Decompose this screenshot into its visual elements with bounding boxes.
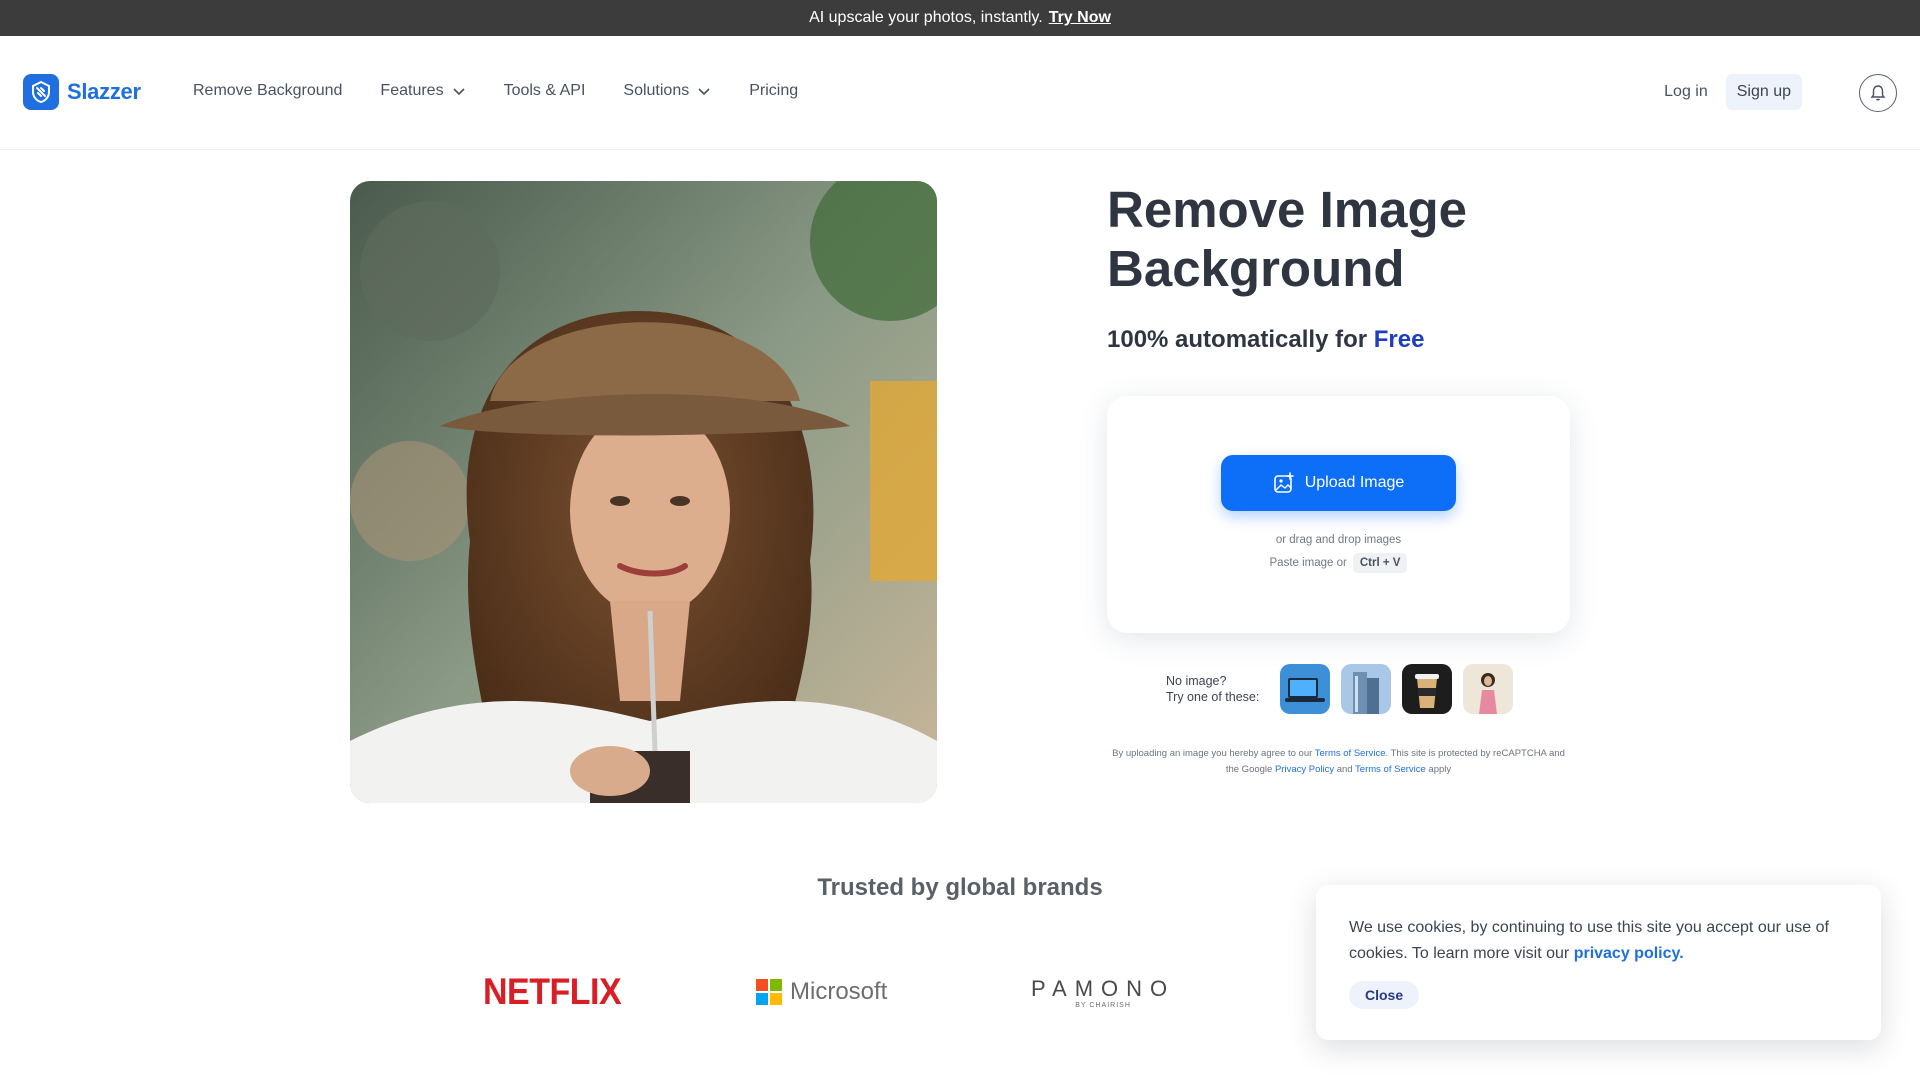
hero-subtitle-free: Free (1373, 326, 1425, 353)
auth-actions: Log in Sign up (1664, 74, 1802, 110)
upload-card[interactable]: Upload Image or drag and drop images Pas… (1107, 396, 1570, 633)
nav-remove-background[interactable]: Remove Background (193, 82, 342, 100)
microsoft-logo: Microsoft (756, 970, 887, 1014)
sample-building[interactable] (1341, 664, 1392, 714)
terms-link-2[interactable]: Terms of Service (1355, 764, 1426, 775)
nav-tools-api[interactable]: Tools & API (504, 82, 586, 100)
hero-subtitle-text: 100% automatically for (1107, 326, 1374, 353)
microsoft-icon (756, 979, 782, 1005)
slazzer-logo-icon (23, 74, 59, 110)
logo[interactable]: Slazzer (23, 74, 141, 110)
sample-coffee-cup[interactable] (1402, 664, 1453, 714)
notification-button[interactable] (1859, 74, 1897, 112)
login-link[interactable]: Log in (1664, 83, 1708, 101)
paste-text: Paste image or (1269, 557, 1347, 569)
hero-title: Remove Image Background (1107, 181, 1467, 297)
logo-text: Slazzer (67, 79, 141, 104)
sample-laptop[interactable] (1280, 664, 1331, 714)
chevron-down-icon (452, 88, 465, 96)
cookie-close-button[interactable]: Close (1349, 981, 1420, 1009)
legal-text-1: By uploading an image you hereby agree t… (1112, 748, 1315, 759)
paste-shortcut: Ctrl + V (1352, 553, 1408, 573)
privacy-link[interactable]: Privacy Policy (1275, 764, 1334, 775)
upload-image-button[interactable]: Upload Image (1221, 455, 1456, 511)
terms-link[interactable]: Terms of Service (1315, 748, 1386, 759)
nav-label: Solutions (623, 82, 690, 99)
legal-text-3: and (1334, 764, 1356, 775)
pamono-logo: PAMONO BY CHAIRISH (1031, 970, 1175, 1014)
announcement-bar: AI upscale your photos, instantly. Try N… (0, 0, 1920, 36)
pamono-sub: BY CHAIRISH (1075, 1001, 1131, 1009)
paste-row: Paste image or Ctrl + V (1107, 553, 1570, 573)
hero-image (350, 181, 937, 803)
legal-text-4: apply (1425, 764, 1452, 775)
announcement-text: AI upscale your photos, instantly. (809, 9, 1043, 26)
signup-button[interactable]: Sign up (1725, 74, 1802, 110)
netflix-logo: NETFLIX (483, 970, 622, 1014)
image-upload-icon (1273, 472, 1294, 493)
nav-label: Tools & API (503, 82, 586, 99)
samples-label-line2: Try one of these: (1166, 690, 1260, 704)
pamono-wordmark: PAMONO (1031, 975, 1176, 1001)
netflix-wordmark: NETFLIX (483, 970, 622, 1013)
nav-label: Remove Background (193, 82, 343, 99)
hero-subtitle: 100% automatically for Free (1107, 326, 1424, 354)
nav-solutions[interactable]: Solutions (623, 82, 711, 100)
nav-label: Features (380, 82, 444, 99)
nav-label: Pricing (749, 82, 799, 99)
nav-pricing[interactable]: Pricing (749, 82, 798, 100)
cookie-privacy-link[interactable]: privacy policy. (1574, 945, 1684, 962)
upload-button-label: Upload Image (1304, 474, 1405, 491)
samples-label-line1: No image? (1166, 674, 1227, 688)
cookie-text: We use cookies, by continuing to use thi… (1349, 915, 1849, 967)
chevron-down-icon (698, 88, 710, 96)
cookie-banner: We use cookies, by continuing to use thi… (1316, 885, 1881, 1040)
microsoft-wordmark: Microsoft (790, 978, 888, 1005)
main-nav: Remove Background Features Tools & API S… (193, 82, 798, 100)
sample-woman[interactable] (1463, 664, 1514, 714)
nav-features[interactable]: Features (380, 82, 465, 100)
sample-images: No image? Try one of these: (1166, 664, 1514, 714)
bell-icon (1870, 85, 1886, 101)
try-now-link[interactable]: Try Now (1049, 9, 1111, 27)
legal-notice: By uploading an image you hereby agree t… (1107, 746, 1570, 778)
samples-label: No image? Try one of these: (1166, 673, 1259, 705)
site-header: Slazzer Remove Background Features Tools… (0, 36, 1920, 150)
drag-drop-text: or drag and drop images (1275, 534, 1402, 546)
